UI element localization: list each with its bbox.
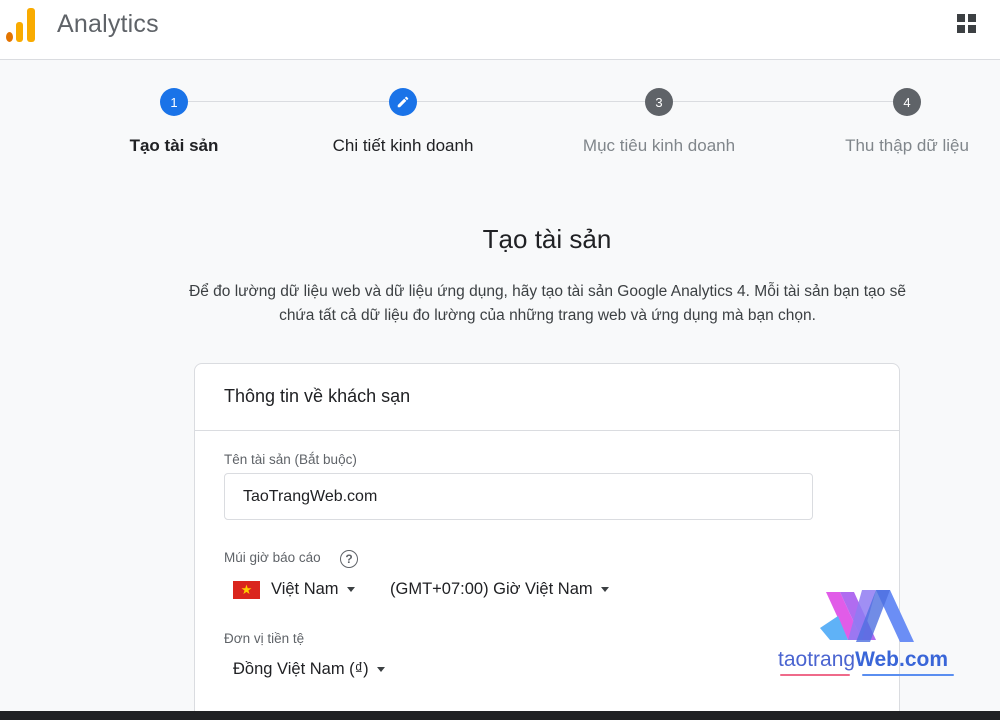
chevron-down-icon xyxy=(346,587,355,592)
pencil-icon xyxy=(397,96,409,108)
step-3-indicator[interactable]: 3 xyxy=(645,88,673,116)
description-line-1: Để đo lường dữ liệu web và dữ liệu ứng d… xyxy=(189,283,906,300)
property-name-input[interactable] xyxy=(224,473,813,520)
app-title: Analytics xyxy=(57,10,159,38)
country-select-value: Việt Nam xyxy=(271,580,339,598)
watermark-underline-blue xyxy=(862,674,954,676)
step-1-label[interactable]: Tạo tài sản xyxy=(130,136,219,156)
currency-label: Đơn vị tiền tệ xyxy=(224,631,305,646)
watermark-logo: taotrangWeb.com xyxy=(778,588,958,683)
watermark-text-strong: Web.com xyxy=(855,648,949,671)
analytics-logo-icon[interactable] xyxy=(4,6,36,42)
step-4-indicator[interactable]: 4 xyxy=(893,88,921,116)
watermark-m-icon xyxy=(820,590,914,642)
help-circle-icon[interactable]: ? xyxy=(340,550,358,568)
timezone-select[interactable]: (GMT+07:00) Giờ Việt Nam xyxy=(390,580,609,599)
chevron-down-icon xyxy=(376,667,385,672)
watermark-underline-pink xyxy=(780,674,850,676)
description-line-2: chứa tất cả dữ liệu đo lường của những t… xyxy=(279,307,816,324)
step-connector xyxy=(188,101,389,102)
apps-grid-icon[interactable] xyxy=(957,14,977,34)
step-3-label[interactable]: Mục tiêu kinh doanh xyxy=(583,136,735,156)
card-header: Thông tin về khách sạn xyxy=(195,364,899,431)
step-2-label[interactable]: Chi tiết kinh doanh xyxy=(333,136,474,156)
property-name-label: Tên tài sản (Bắt buộc) xyxy=(224,452,357,467)
top-bar: Analytics xyxy=(0,0,1000,60)
currency-select-value: Đồng Việt Nam (₫) xyxy=(233,660,369,678)
step-connector xyxy=(673,101,893,102)
bottom-taskbar-edge xyxy=(0,711,1000,720)
timezone-select-value: (GMT+07:00) Giờ Việt Nam xyxy=(390,580,593,598)
step-connector xyxy=(417,101,645,102)
vietnam-flag-icon: ★ xyxy=(233,580,260,599)
step-4-label[interactable]: Thu thập dữ liệu xyxy=(845,136,969,156)
page-title: Tạo tài sản xyxy=(482,224,612,254)
watermark-text-plain: taotrang xyxy=(778,648,856,671)
step-1-indicator[interactable]: 1 xyxy=(160,88,188,116)
step-2-indicator[interactable] xyxy=(389,88,417,116)
watermark-text: taotrangWeb.com xyxy=(778,648,948,672)
timezone-label: Múi giờ báo cáo xyxy=(224,550,321,565)
page-description: Để đo lường dữ liệu web và dữ liệu ứng d… xyxy=(120,280,975,328)
country-select[interactable]: ★ Việt Nam xyxy=(233,580,355,599)
chevron-down-icon xyxy=(600,587,609,592)
currency-select[interactable]: Đồng Việt Nam (₫) xyxy=(233,660,385,679)
